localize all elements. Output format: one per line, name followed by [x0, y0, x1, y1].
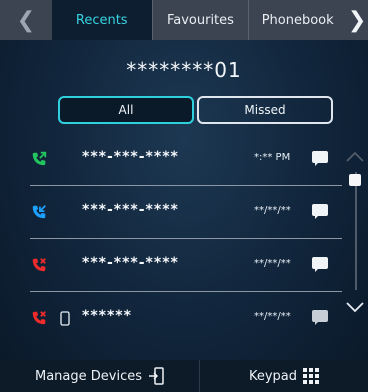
tab-favourites[interactable]: Favourites — [151, 0, 249, 40]
message-icon[interactable] — [312, 151, 328, 166]
divider — [30, 238, 342, 239]
message-icon[interactable] — [312, 257, 328, 272]
bottom-bar: Manage Devices Keypad — [0, 360, 368, 392]
tab-prev-button[interactable]: ❮ — [0, 0, 52, 40]
device-connect-icon — [149, 367, 164, 385]
tab-bar: ❮ Recents Favourites Phonebook ❯ — [0, 0, 368, 40]
tab-next-button[interactable]: ❯ — [346, 0, 368, 40]
mobile-device-icon — [60, 311, 70, 326]
call-time: *:** PM — [254, 152, 291, 163]
missed-call-icon — [32, 311, 46, 325]
keypad-grid-icon — [303, 368, 320, 384]
phone-screen: ❮ Recents Favourites Phonebook ❯ *******… — [0, 0, 368, 392]
message-icon[interactable] — [312, 310, 328, 325]
filter-group: All Missed — [58, 96, 333, 124]
scroll-down-button[interactable] — [344, 300, 366, 314]
tab-phonebook[interactable]: Phonebook — [248, 0, 347, 40]
call-number: ***-***-**** — [82, 255, 179, 271]
call-number: ****** — [82, 308, 132, 324]
call-date: **/**/** — [254, 311, 291, 322]
number-display: ********01 — [126, 58, 242, 82]
scrollbar-thumb[interactable] — [349, 174, 361, 186]
tab-recents[interactable]: Recents — [51, 0, 152, 40]
missed-call-icon — [32, 258, 46, 272]
list-item[interactable]: ***-***-**** *:** PM — [0, 140, 345, 178]
recents-list: ***-***-**** *:** PM ***-***-**** **/**/… — [0, 140, 345, 337]
keypad-label: Keypad — [248, 368, 298, 384]
call-date: **/**/** — [254, 205, 291, 216]
scroll-up-button[interactable] — [344, 150, 366, 164]
list-item[interactable]: ***-***-**** **/**/** — [0, 246, 345, 284]
incoming-call-icon — [32, 205, 46, 219]
call-number: ***-***-**** — [82, 149, 179, 165]
outgoing-call-icon — [32, 151, 47, 166]
divider — [30, 291, 342, 292]
manage-devices-button[interactable]: Manage Devices — [0, 360, 200, 392]
scrollbar-track[interactable] — [355, 172, 357, 290]
filter-all-button[interactable]: All — [58, 96, 194, 124]
call-number: ***-***-**** — [82, 202, 179, 218]
list-item[interactable]: ***-***-**** **/**/** — [0, 193, 345, 231]
filter-missed-button[interactable]: Missed — [197, 96, 333, 124]
divider — [30, 185, 342, 186]
message-icon[interactable] — [312, 204, 328, 219]
call-date: **/**/** — [254, 258, 291, 269]
manage-devices-label: Manage Devices — [34, 368, 142, 384]
list-item[interactable]: ****** **/**/** — [0, 299, 345, 337]
keypad-button[interactable]: Keypad — [200, 360, 368, 392]
